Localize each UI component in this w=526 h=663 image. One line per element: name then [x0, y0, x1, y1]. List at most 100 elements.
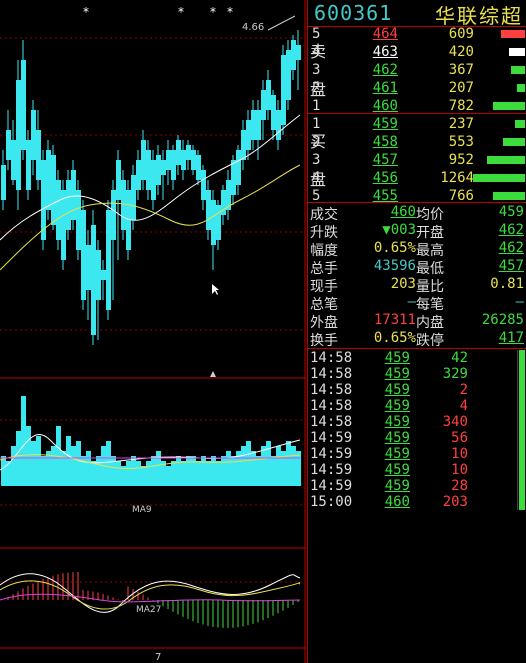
- candle-body: [101, 270, 106, 280]
- order-volume-bar: [493, 192, 525, 200]
- volume-bar: [31, 441, 36, 486]
- order-volume: 553: [448, 134, 474, 150]
- tick-price: 459: [384, 446, 410, 462]
- candle-body: [116, 160, 121, 200]
- candle-body: [206, 190, 211, 230]
- candle-body: [176, 140, 181, 165]
- order-price[interactable]: 464: [370, 25, 398, 43]
- tick-time: 14:58: [310, 366, 353, 382]
- volume-bar: [36, 436, 41, 486]
- tick-volume: 329: [442, 366, 468, 382]
- volume-bar: [261, 446, 266, 486]
- quote-label: 现手: [310, 279, 338, 295]
- quote-value: ▼003: [382, 222, 416, 238]
- candle-body: [236, 150, 241, 185]
- quote-label: 总笔: [310, 297, 338, 313]
- price-label: 4.66: [242, 22, 264, 33]
- tick-time: 14:59: [310, 430, 353, 446]
- quote-panel: 600361 华联综超 5 464 609 4 463 420 3 462 367 2 461 207…: [307, 0, 526, 663]
- tick-time: 14:59: [310, 478, 353, 494]
- order-volume-bar: [473, 174, 525, 182]
- volume-bar: [1, 456, 6, 486]
- tick-row[interactable]: 14:58 459 2: [308, 382, 526, 398]
- sell-side-row[interactable]: 4 463 420: [308, 43, 526, 61]
- volume-bar: [286, 441, 291, 486]
- tick-price: 459: [384, 462, 410, 478]
- buy-side-row[interactable]: 1 459 237: [308, 115, 526, 133]
- sell-side-row[interactable]: 3 462 367: [308, 61, 526, 79]
- quote-label: 外盘: [310, 315, 338, 331]
- candle-body: [36, 130, 41, 180]
- volume-ma-label: MA9: [132, 505, 152, 515]
- tick-volume: 203: [442, 494, 468, 510]
- buy-side-row[interactable]: 3 457 952: [308, 151, 526, 169]
- stock-code[interactable]: 600361: [314, 1, 392, 25]
- quote-label: 内盘: [416, 315, 444, 331]
- chart-svg: * * * * 4.66 MA9 MA27 7: [0, 0, 306, 663]
- candle-body: [196, 155, 201, 180]
- candle-body: [136, 160, 141, 190]
- order-price[interactable]: 463: [370, 43, 398, 61]
- quote-value: 462: [498, 240, 524, 256]
- tick-volume: 340: [442, 414, 468, 430]
- tick-time: 14:58: [310, 350, 353, 366]
- order-price[interactable]: 462: [370, 61, 398, 79]
- order-price[interactable]: 461: [370, 79, 398, 97]
- candle-body: [181, 150, 186, 170]
- order-price[interactable]: 457: [370, 151, 398, 169]
- tick-scrollbar-thumb[interactable]: [519, 350, 525, 510]
- tick-row[interactable]: 15:00 460 203: [308, 494, 526, 510]
- volume-bar: [151, 456, 156, 486]
- order-price[interactable]: 458: [370, 133, 398, 151]
- tick-price: 459: [384, 366, 410, 382]
- order-price[interactable]: 459: [370, 115, 398, 133]
- candle-body: [66, 180, 71, 230]
- candle-body: [121, 180, 126, 230]
- volume-bar: [231, 456, 236, 486]
- tick-row[interactable]: 14:59 459 28: [308, 478, 526, 494]
- candle-body: [186, 145, 191, 160]
- buy-side-row[interactable]: 4 456 1264: [308, 169, 526, 187]
- tick-price: 460: [384, 494, 410, 510]
- volume-bar: [176, 456, 181, 486]
- tick-row[interactable]: 14:59 459 10: [308, 446, 526, 462]
- buy_side-label-2: 盘: [310, 170, 327, 189]
- tick-price: 459: [384, 414, 410, 430]
- tick-row[interactable]: 14:58 459 42: [308, 350, 526, 366]
- volume-bar: [186, 456, 191, 486]
- tick-row[interactable]: 14:58 459 4: [308, 398, 526, 414]
- tick-row[interactable]: 14:59 459 56: [308, 430, 526, 446]
- tick-price: 459: [384, 382, 410, 398]
- quote-value: 43596: [373, 258, 416, 274]
- candle-body: [166, 150, 171, 170]
- quote-label: 量比: [416, 279, 444, 295]
- quote-label: 均价: [416, 207, 444, 223]
- stock-header: 600361 华联综超: [308, 0, 526, 28]
- book-divider: [308, 113, 526, 114]
- candlestick-chart-panel[interactable]: * * * * 4.66 MA9 MA27 7: [0, 0, 306, 663]
- tick-time: 14:58: [310, 398, 353, 414]
- quote-label: 升跌: [310, 225, 338, 241]
- volume-bar: [181, 461, 186, 486]
- candle-body: [16, 80, 21, 190]
- quote-value: 462: [498, 222, 524, 238]
- sell-side-row[interactable]: 2 461 207: [308, 79, 526, 97]
- candle-body: [146, 150, 151, 190]
- sell-side-row[interactable]: 5 464 609: [308, 25, 526, 43]
- buy-side-row[interactable]: 2 458 553: [308, 133, 526, 151]
- book-divider: [308, 202, 526, 203]
- order-price[interactable]: 456: [370, 169, 398, 187]
- tick-price: 459: [384, 430, 410, 446]
- volume-bar: [276, 446, 281, 486]
- order-volume-bar: [517, 84, 525, 92]
- tick-row[interactable]: 14:58 459 340: [308, 414, 526, 430]
- candle-body: [76, 190, 81, 250]
- tick-row[interactable]: 14:59 459 10: [308, 462, 526, 478]
- tick-scrollbar[interactable]: [517, 350, 526, 510]
- volume-bar: [241, 446, 246, 486]
- candle-body: [216, 205, 221, 240]
- quote-label: 跌停: [416, 333, 444, 349]
- tick-row[interactable]: 14:58 459 329: [308, 366, 526, 382]
- event-marker-icon: *: [178, 5, 184, 19]
- x-axis-label: 7: [155, 652, 161, 663]
